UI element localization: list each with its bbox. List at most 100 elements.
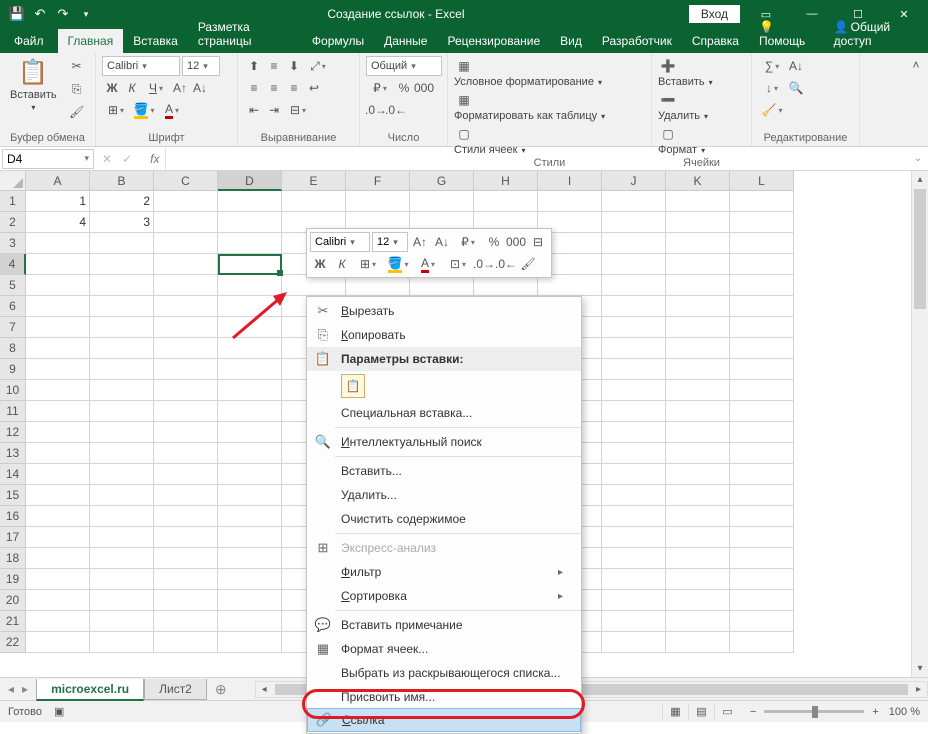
mini-borders-icon[interactable]: ⊡▾	[444, 254, 472, 274]
cell[interactable]	[90, 359, 154, 380]
align-middle-icon[interactable]: ≡	[264, 56, 284, 76]
cell[interactable]	[666, 632, 730, 653]
cell[interactable]	[602, 527, 666, 548]
underline-button[interactable]: Ч▾	[142, 78, 170, 98]
cell[interactable]	[602, 212, 666, 233]
cell[interactable]	[90, 590, 154, 611]
cell[interactable]	[666, 443, 730, 464]
cell[interactable]	[602, 317, 666, 338]
cell[interactable]	[602, 485, 666, 506]
mini-border-icon[interactable]: ⊞▾	[354, 254, 382, 274]
ctx-copy[interactable]: ⎘Копировать	[307, 323, 581, 347]
increase-decimal-icon[interactable]: .0→	[366, 100, 386, 120]
insert-cells-button[interactable]: ➕Вставить▾	[658, 56, 713, 88]
ctx-format-cells[interactable]: ▦Формат ячеек...	[307, 637, 581, 661]
expand-formula-bar-icon[interactable]: ⌄	[908, 153, 928, 164]
cell[interactable]	[90, 422, 154, 443]
cell[interactable]	[90, 569, 154, 590]
cell[interactable]	[26, 527, 90, 548]
cell[interactable]	[154, 422, 218, 443]
cell[interactable]	[154, 590, 218, 611]
tab-file[interactable]: Файл	[0, 29, 58, 53]
cell[interactable]	[218, 485, 282, 506]
cell[interactable]	[26, 317, 90, 338]
cell[interactable]	[666, 611, 730, 632]
cell[interactable]	[90, 254, 154, 275]
cell[interactable]	[602, 359, 666, 380]
clear-icon[interactable]: 🧹▾	[758, 100, 786, 120]
cell[interactable]	[730, 611, 794, 632]
row-header[interactable]: 15	[0, 485, 26, 506]
cell[interactable]	[154, 317, 218, 338]
qat-customize-icon[interactable]: ▾	[75, 3, 97, 25]
font-name-combo[interactable]: Calibri▾	[102, 56, 180, 76]
zoom-in-icon[interactable]: +	[872, 706, 878, 718]
decrease-decimal-icon[interactable]: .0←	[386, 100, 406, 120]
cell[interactable]	[730, 254, 794, 275]
scroll-left-icon[interactable]: ◂	[256, 682, 273, 697]
merge-button[interactable]: ⊟▾	[284, 100, 312, 120]
shrink-font-icon[interactable]: A↓	[190, 78, 210, 98]
cell[interactable]	[154, 485, 218, 506]
find-icon[interactable]: 🔍	[786, 78, 806, 98]
cell[interactable]	[666, 338, 730, 359]
cell[interactable]	[666, 422, 730, 443]
cell[interactable]	[666, 296, 730, 317]
zoom-slider[interactable]	[764, 710, 864, 713]
redo-icon[interactable]: ↷	[52, 3, 74, 25]
cell[interactable]	[26, 611, 90, 632]
cell[interactable]	[26, 401, 90, 422]
cell[interactable]	[154, 233, 218, 254]
wrap-text-icon[interactable]: ↩	[304, 78, 324, 98]
cell[interactable]	[602, 254, 666, 275]
cell[interactable]	[282, 275, 346, 296]
cell[interactable]	[154, 380, 218, 401]
cancel-formula-icon[interactable]: ✕	[102, 152, 112, 166]
cell[interactable]	[602, 191, 666, 212]
cell[interactable]	[26, 569, 90, 590]
cell[interactable]	[26, 380, 90, 401]
scroll-right-icon[interactable]: ▸	[910, 682, 927, 697]
cell[interactable]	[602, 422, 666, 443]
align-right-icon[interactable]: ≡	[284, 78, 304, 98]
increase-indent-icon[interactable]: ⇥	[264, 100, 284, 120]
cell[interactable]	[218, 317, 282, 338]
align-bottom-icon[interactable]: ⬇	[284, 56, 304, 76]
cut-icon[interactable]: ✂	[67, 56, 87, 76]
cell[interactable]	[410, 191, 474, 212]
cell[interactable]	[26, 485, 90, 506]
cell[interactable]	[154, 359, 218, 380]
mini-percent-icon[interactable]: %	[484, 232, 504, 252]
cell[interactable]	[346, 191, 410, 212]
number-format-combo[interactable]: Общий▾	[366, 56, 442, 76]
cell[interactable]	[154, 611, 218, 632]
row-header[interactable]: 12	[0, 422, 26, 443]
cell[interactable]	[730, 317, 794, 338]
row-header[interactable]: 9	[0, 359, 26, 380]
cell[interactable]	[666, 485, 730, 506]
tab-home[interactable]: Главная	[58, 29, 124, 53]
cell[interactable]	[26, 296, 90, 317]
cell[interactable]	[90, 380, 154, 401]
row-header[interactable]: 18	[0, 548, 26, 569]
mini-dec-decimal-icon[interactable]: .0←	[496, 254, 516, 274]
cell[interactable]	[26, 590, 90, 611]
cell[interactable]	[154, 464, 218, 485]
border-button[interactable]: ⊞▾	[102, 100, 130, 120]
undo-icon[interactable]: ↶	[29, 3, 51, 25]
cell[interactable]	[602, 296, 666, 317]
row-header[interactable]: 17	[0, 527, 26, 548]
cell[interactable]	[666, 569, 730, 590]
col-header[interactable]: F	[346, 171, 410, 191]
mini-merge-icon[interactable]: ⊟	[528, 232, 548, 252]
cell[interactable]	[154, 506, 218, 527]
signin-button[interactable]: Вход	[689, 5, 740, 23]
ctx-insert[interactable]: Вставить...	[307, 459, 581, 483]
cell[interactable]	[90, 317, 154, 338]
row-header[interactable]: 21	[0, 611, 26, 632]
ctx-cut[interactable]: ✂Вырезать	[307, 299, 581, 323]
cell[interactable]	[666, 254, 730, 275]
cell[interactable]: 3	[90, 212, 154, 233]
cell[interactable]	[602, 548, 666, 569]
mini-grow-font-icon[interactable]: A↑	[410, 232, 430, 252]
